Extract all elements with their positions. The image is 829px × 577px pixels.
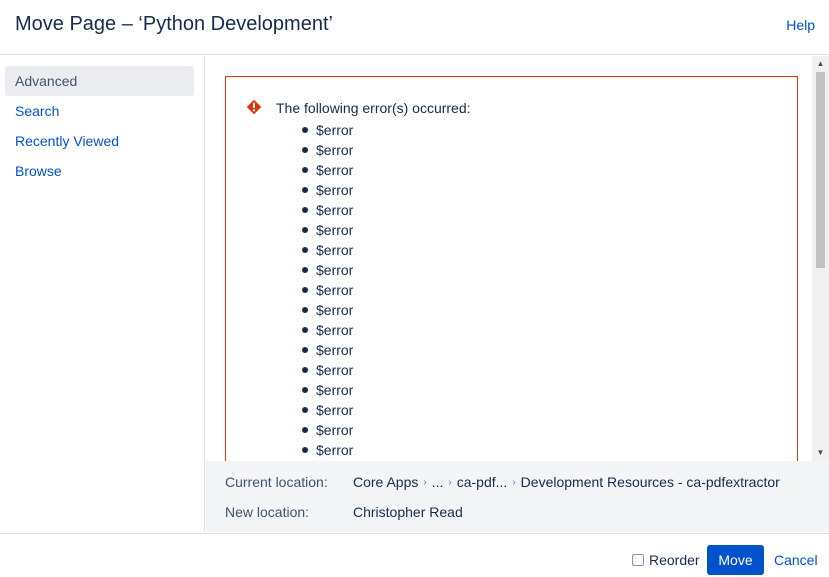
new-location-value: Christopher Read [353, 504, 463, 520]
error-item: $error [301, 442, 354, 458]
error-item: $error [301, 282, 354, 298]
main-content[interactable]: The following error(s) occurred: $error … [206, 56, 829, 461]
breadcrumb-item: ca-pdf... [456, 474, 508, 490]
reorder-checkbox[interactable] [632, 554, 644, 566]
error-title: The following error(s) occurred: [276, 100, 471, 116]
content-scrollbar[interactable]: ▲ ▼ [812, 56, 829, 461]
error-item: $error [301, 322, 354, 338]
error-item: $error [301, 202, 354, 218]
error-item: $error [301, 182, 354, 198]
chevron-right-icon: › [448, 476, 452, 488]
dialog-title: Move Page – ‘Python Development’ [15, 13, 333, 35]
error-item: $error [301, 382, 354, 398]
error-item: $error [301, 122, 354, 138]
current-location-breadcrumb: Core Apps › ... › ca-pdf... › Developmen… [353, 474, 780, 490]
reorder-label: Reorder [649, 552, 700, 568]
error-item: $error [301, 342, 354, 358]
error-message-box: The following error(s) occurred: $error … [225, 76, 798, 461]
chevron-right-icon: › [423, 476, 427, 488]
error-list: $error $error $error $error $error $erro… [301, 120, 354, 460]
error-item: $error [301, 142, 354, 158]
error-item: $error [301, 362, 354, 378]
error-item: $error [301, 242, 354, 258]
location-panel: Current location: Core Apps › ... › ca-p… [206, 461, 829, 532]
breadcrumb-item: Core Apps [353, 474, 419, 490]
breadcrumb-item: Development Resources - ca-pdfextractor [520, 474, 780, 490]
new-location-label: New location: [225, 504, 310, 520]
scroll-up-arrow-icon[interactable]: ▲ [812, 57, 829, 71]
reorder-option[interactable]: Reorder [632, 552, 700, 568]
dialog-header: Move Page – ‘Python Development’ Help [0, 0, 829, 55]
error-item: $error [301, 162, 354, 178]
error-item: $error [301, 302, 354, 318]
current-location-label: Current location: [225, 474, 328, 490]
error-item: $error [301, 222, 354, 238]
chevron-right-icon: › [512, 476, 516, 488]
sidebar-item-search[interactable]: Search [5, 96, 194, 126]
error-item: $error [301, 422, 354, 438]
scroll-down-arrow-icon[interactable]: ▼ [812, 446, 829, 460]
move-button[interactable]: Move [707, 545, 764, 575]
scrollbar-thumb[interactable] [816, 72, 825, 268]
error-item: $error [301, 262, 354, 278]
sidebar: Advanced Search Recently Viewed Browse [0, 56, 205, 532]
breadcrumb-item: ... [431, 474, 444, 490]
error-item: $error [301, 402, 354, 418]
help-link[interactable]: Help [786, 17, 815, 33]
sidebar-item-browse[interactable]: Browse [5, 156, 194, 186]
dialog-footer: Reorder Move Cancel [0, 533, 829, 577]
cancel-button[interactable]: Cancel [774, 552, 818, 568]
error-icon [246, 99, 262, 115]
sidebar-item-recently-viewed[interactable]: Recently Viewed [5, 126, 194, 156]
sidebar-item-advanced[interactable]: Advanced [5, 66, 194, 96]
